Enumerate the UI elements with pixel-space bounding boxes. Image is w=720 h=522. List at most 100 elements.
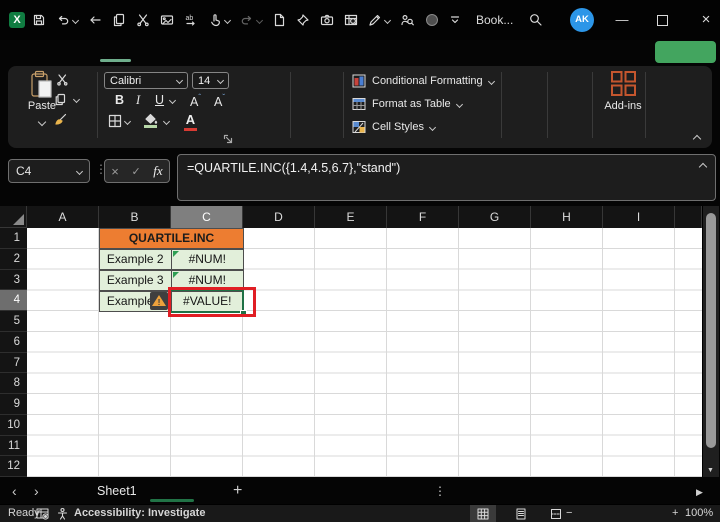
font-dialog-launcher[interactable] (223, 134, 233, 144)
tabbar-resize-handle[interactable]: ⋮ (434, 479, 446, 504)
row-header-5[interactable]: 5 (0, 311, 27, 332)
find-person-button[interactable] (400, 12, 415, 28)
grow-font-button[interactable]: Aˆ (190, 93, 201, 109)
vertical-scrollbar-thumb[interactable] (706, 213, 716, 448)
enter-button[interactable]: ✓ (131, 165, 140, 178)
row-header-4[interactable]: 4 (0, 290, 27, 311)
accessibility-status[interactable]: Accessibility: Investigate (74, 505, 205, 522)
shrink-font-button[interactable]: Aˇ (214, 93, 225, 109)
camera-button[interactable] (320, 12, 334, 28)
row-header-8[interactable]: 8 (0, 373, 27, 394)
back-button[interactable] (88, 12, 102, 28)
column-header-G[interactable]: G (459, 206, 531, 228)
borders-button[interactable] (108, 114, 122, 128)
cut-button[interactable] (56, 73, 69, 86)
cancel-button[interactable]: × (111, 164, 119, 179)
bold-button[interactable]: B (115, 93, 124, 107)
column-header-C[interactable]: C (171, 206, 243, 228)
close-button[interactable]: × (692, 0, 720, 40)
tab-sheet1[interactable]: Sheet1 (89, 479, 145, 504)
error-checking-button[interactable]: ! (150, 292, 168, 310)
active-ribbon-tab-indicator (100, 59, 131, 62)
format-painter-button[interactable] (54, 112, 68, 126)
touch-mode-button[interactable] (208, 12, 232, 28)
name-box[interactable]: C4 (8, 159, 90, 183)
scroll-down-arrow[interactable]: ▼ (707, 467, 714, 474)
active-sheet-underline (150, 499, 194, 502)
chevron-down-icon[interactable] (168, 96, 177, 105)
save-button[interactable] (32, 12, 46, 28)
cell-B3[interactable]: Example 3 (99, 270, 172, 291)
conditional-formatting-button[interactable]: Conditional Formatting (352, 72, 495, 90)
cut-button[interactable] (136, 12, 150, 28)
presence-button[interactable] (425, 12, 439, 28)
column-header-E[interactable]: E (315, 206, 387, 228)
underline-button[interactable]: U (155, 93, 164, 107)
column-header-D[interactable]: D (243, 206, 315, 228)
font-color-button[interactable]: A (184, 112, 197, 131)
font-name-select[interactable]: Calibri (104, 72, 188, 89)
row-header-3[interactable]: 3 (0, 270, 27, 291)
chevron-down-icon[interactable] (72, 95, 81, 104)
zoom-out-button[interactable]: − (566, 505, 572, 522)
cell-B1-merged-title[interactable]: QUARTILE.INC (99, 228, 244, 249)
copy-button[interactable] (54, 93, 67, 106)
row-header-11[interactable]: 11 (0, 436, 27, 457)
collapse-ribbon-button[interactable] (692, 134, 702, 144)
minimize-button[interactable]: — (608, 0, 636, 40)
accessibility-checker-button[interactable] (56, 507, 69, 520)
qat-customize-button[interactable] (449, 12, 461, 28)
new-file-button[interactable] (272, 12, 286, 28)
chevron-down-icon[interactable] (123, 117, 132, 126)
row-header-9[interactable]: 9 (0, 394, 27, 415)
column-header-A[interactable]: A (27, 206, 99, 228)
normal-view-button[interactable] (470, 505, 496, 522)
chevron-down-icon (455, 100, 463, 108)
column-header-I[interactable]: I (603, 206, 675, 228)
row-header-10[interactable]: 10 (0, 415, 27, 436)
insert-function-button[interactable]: fx (153, 163, 162, 179)
search-button[interactable] (528, 12, 544, 28)
row-header-1[interactable]: 1 (0, 228, 27, 249)
redo-button[interactable] (240, 12, 264, 28)
new-sheet-button[interactable]: + (233, 479, 242, 504)
fill-color-button[interactable] (144, 113, 158, 128)
column-header-B[interactable]: B (99, 206, 171, 228)
page-layout-view-button[interactable] (508, 505, 534, 522)
next-sheet-button[interactable]: › (34, 479, 39, 504)
column-header-F[interactable]: F (387, 206, 459, 228)
addins-button[interactable]: Add-ins (593, 70, 653, 112)
normal-view-icon (477, 508, 489, 519)
account-avatar[interactable]: AK (570, 8, 594, 32)
row-header-2[interactable]: 2 (0, 249, 27, 270)
chevron-down-icon[interactable] (162, 117, 171, 126)
italic-button[interactable]: I (136, 93, 140, 108)
cell-C2[interactable]: #NUM! (171, 249, 244, 270)
select-all-button[interactable] (0, 206, 27, 228)
vertical-scrollbar[interactable]: ▼ (702, 206, 719, 477)
copy-button[interactable] (112, 12, 126, 28)
zoom-level[interactable]: 100% (685, 505, 713, 522)
row-header-6[interactable]: 6 (0, 332, 27, 353)
cell-B2[interactable]: Example 2 (99, 249, 172, 270)
undo-icon (58, 15, 69, 25)
row-header-12[interactable]: 12 (0, 456, 27, 477)
prev-sheet-button[interactable]: ‹ (12, 479, 17, 504)
cell-styles-button[interactable]: Cell Styles (352, 118, 437, 136)
replace-button[interactable]: ab (184, 12, 198, 28)
column-header-stub[interactable] (675, 206, 702, 228)
zoom-in-button[interactable]: + (672, 505, 678, 522)
cell-styles-label: Cell Styles (372, 121, 424, 133)
macro-record-button[interactable] (36, 507, 49, 520)
formula-input[interactable]: =QUARTILE.INC({1.4,4.5,6.7},"stand") (177, 154, 716, 201)
font-size-select[interactable]: 14 (192, 72, 229, 89)
undo-button[interactable] (56, 12, 80, 28)
column-header-H[interactable]: H (531, 206, 603, 228)
pin-button[interactable] (296, 12, 310, 28)
format-as-table-button[interactable]: Format as Table (352, 95, 463, 113)
lookup-sheet-button[interactable] (344, 12, 358, 28)
draw-button[interactable] (368, 12, 392, 28)
picture-button[interactable] (160, 12, 174, 28)
scroll-right-arrow[interactable]: ▶ (696, 479, 703, 504)
row-header-7[interactable]: 7 (0, 353, 27, 374)
